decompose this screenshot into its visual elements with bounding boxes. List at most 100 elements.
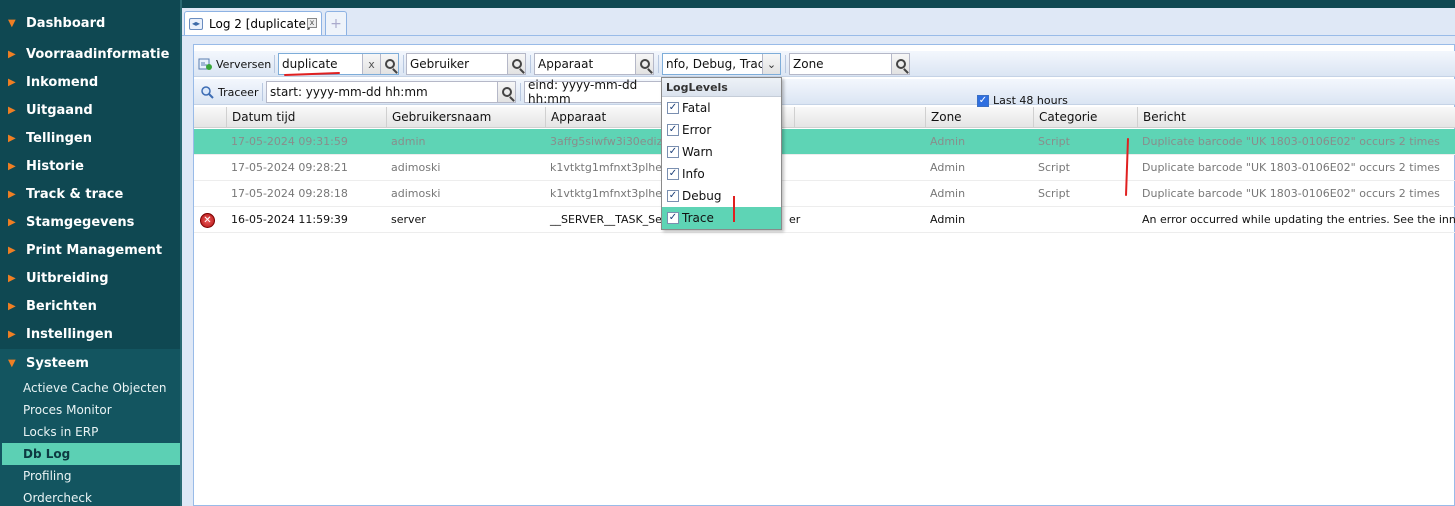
sidebar-subitem-proces-monitor[interactable]: Proces Monitor	[2, 399, 180, 421]
sidebar-subitem-ordercheck[interactable]: Ordercheck	[2, 487, 180, 506]
sidebar: ▼ Dashboard ▶ Voorraadinformatie ▶ Inkomend ▶ U…	[0, 0, 180, 506]
cell-device-tail: er	[789, 213, 801, 226]
collapsed-arrow-icon: ▶	[8, 188, 16, 200]
filter-toolbar: Verversen duplicate x Gebruiker Apparaat…	[194, 51, 1455, 77]
cell-zone: Admin	[930, 187, 966, 200]
sidebar-subitem-actieve-cache-objecten[interactable]: Actieve Cache Objecten	[2, 377, 180, 399]
search-icon[interactable]	[891, 54, 909, 74]
sidebar-item-inkomend[interactable]: ▶ Inkomend	[0, 68, 180, 96]
end-datetime-input[interactable]: eind: yyyy-mm-dd hh:mm	[524, 78, 684, 106]
checkbox-checked-icon[interactable]: ✓	[667, 146, 679, 158]
collapsed-arrow-icon: ▶	[8, 76, 16, 88]
tab-strip: ◂▸ Log 2 [duplicate] x +	[182, 8, 1455, 36]
chevron-down-icon[interactable]: ⌄	[762, 54, 780, 74]
table-row[interactable]: 17-05-2024 09:28:18 adimoski k1vtktg1mfnxt…	[194, 181, 1455, 207]
cell-device-tail	[784, 129, 915, 155]
table-row[interactable]: 17-05-2024 09:28:21 adimoski k1vtktg1mfnxt…	[194, 155, 1455, 181]
cell-category: Script	[1038, 187, 1070, 200]
sidebar-item-uitgaand[interactable]: ▶ Uitgaand	[0, 96, 180, 124]
refresh-label: Verversen	[216, 57, 272, 71]
sidebar-item-voorraadinformatie[interactable]: ▶ Voorraadinformatie	[0, 40, 180, 68]
sidebar-item-label: Systeem	[26, 355, 89, 371]
sidebar-subitem-locks-in-erp[interactable]: Locks in ERP	[2, 421, 180, 443]
close-tab-icon[interactable]: x	[307, 18, 317, 28]
cell-message: An error occurred while updating the ent…	[1142, 213, 1455, 226]
sidebar-item-tellingen[interactable]: ▶ Tellingen	[0, 124, 180, 152]
user-filter-input[interactable]: Gebruiker	[406, 53, 526, 75]
table-row[interactable]: 17-05-2024 09:31:59 admin 3affg5siwfw3i30e…	[194, 129, 1455, 155]
collapsed-arrow-icon: ▶	[8, 132, 16, 144]
sidebar-item-historie[interactable]: ▶ Historie	[0, 152, 180, 180]
trace-button[interactable]: Traceer	[200, 82, 258, 102]
search-icon[interactable]	[497, 82, 515, 102]
systeem-section: ▼ Systeem Actieve Cache Objecten Proces M…	[0, 349, 180, 506]
loglevel-option-fatal[interactable]: ✓ Fatal	[662, 97, 781, 119]
sidebar-item-instellingen[interactable]: ▶ Instellingen	[0, 320, 180, 348]
column-header[interactable]: Zone	[925, 107, 1033, 128]
sidebar-item-label: Historie	[26, 158, 84, 174]
column-header[interactable]: Datum tijd	[226, 107, 386, 128]
sidebar-item-label: Instellingen	[26, 326, 113, 342]
cell-category	[1033, 207, 1137, 233]
sidebar-subitem-db-log[interactable]: Db Log	[2, 443, 180, 465]
last-48-hours-checkbox[interactable]: ✓ Last 48 hours	[977, 94, 1068, 107]
end-value: eind: yyyy-mm-dd hh:mm	[528, 78, 638, 106]
cell-user: admin	[391, 135, 426, 148]
sidebar-item-label: Track & trace	[26, 186, 124, 202]
sidebar-item-dashboard[interactable]: ▼ Dashboard	[0, 12, 180, 34]
collapsed-arrow-icon: ▶	[8, 48, 16, 60]
sidebar-subitem-profiling[interactable]: Profiling	[2, 465, 180, 487]
loglevel-option-info[interactable]: ✓ Info	[662, 163, 781, 185]
plus-icon: +	[330, 15, 342, 32]
column-header[interactable]	[794, 107, 925, 128]
clear-icon[interactable]: x	[362, 54, 380, 74]
collapsed-arrow-icon: ▶	[8, 272, 16, 284]
zone-filter-input[interactable]: Zone	[789, 53, 910, 75]
sidebar-item-print-management[interactable]: ▶ Print Management	[0, 236, 180, 264]
checkbox-checked-icon[interactable]: ✓	[667, 168, 679, 180]
search-icon[interactable]	[507, 54, 525, 74]
checkbox-checked-icon[interactable]: ✓	[667, 190, 679, 202]
checkbox-checked-icon[interactable]: ✓	[667, 124, 679, 136]
sidebar-item-uitbreiding[interactable]: ▶ Uitbreiding	[0, 264, 180, 292]
sidebar-item-systeem[interactable]: ▼ Systeem	[0, 349, 180, 377]
cell-user: adimoski	[391, 161, 441, 174]
start-datetime-input[interactable]: start: yyyy-mm-dd hh:mm	[266, 81, 516, 103]
checkbox-checked-icon[interactable]: ✓	[667, 212, 679, 224]
column-header[interactable]: Categorie	[1033, 107, 1137, 128]
sidebar-item-track-trace[interactable]: ▶ Track & trace	[0, 180, 180, 208]
cell-datetime: 16-05-2024 11:59:39	[231, 213, 348, 226]
start-value: start: yyyy-mm-dd hh:mm	[270, 85, 428, 99]
loglevel-option-label: Warn	[682, 145, 713, 159]
collapsed-arrow-icon: ▶	[8, 104, 16, 116]
cell-device-tail	[784, 155, 915, 181]
sidebar-item-label: Dashboard	[26, 15, 106, 31]
cell-device-tail	[784, 181, 915, 207]
search-icon[interactable]	[635, 54, 653, 74]
tab-log-duplicate[interactable]: ◂▸ Log 2 [duplicate] x	[184, 11, 322, 35]
sidebar-item-label: Inkomend	[26, 74, 99, 90]
sidebar-item-label: Print Management	[26, 242, 163, 258]
search-value: duplicate	[282, 57, 338, 71]
device-filter-input[interactable]: Apparaat	[534, 53, 654, 75]
cell-message: Duplicate barcode "UK 1803-0106E02" occu…	[1142, 187, 1440, 200]
sidebar-item-stamgegevens[interactable]: ▶ Stamgegevens	[0, 208, 180, 236]
loglevel-option-trace[interactable]: ✓ Trace	[662, 207, 781, 229]
column-header[interactable]: Bericht	[1137, 107, 1455, 128]
sidebar-item-berichten[interactable]: ▶ Berichten	[0, 292, 180, 320]
checkbox-checked-icon[interactable]: ✓	[667, 102, 679, 114]
loglevel-option-debug[interactable]: ✓ Debug	[662, 185, 781, 207]
loglevel-option-label: Error	[682, 123, 712, 137]
column-header[interactable]: Gebruikersnaam	[386, 107, 545, 128]
table-row[interactable]: ✕ 16-05-2024 11:59:39 server __SERVER__TASK…	[194, 207, 1455, 233]
loglevels-select[interactable]: nfo, Debug, Trace ⌄	[662, 53, 781, 75]
top-bar	[182, 0, 1455, 8]
magnifier-icon	[200, 85, 214, 99]
sidebar-item-label: Uitbreiding	[26, 270, 109, 286]
refresh-button[interactable]: Verversen	[198, 54, 271, 74]
add-tab-button[interactable]: +	[325, 11, 347, 35]
loglevel-option-warn[interactable]: ✓ Warn	[662, 141, 781, 163]
loglevel-option-error[interactable]: ✓ Error	[662, 119, 781, 141]
search-icon[interactable]	[380, 54, 398, 74]
cell-datetime: 17-05-2024 09:31:59	[231, 135, 348, 148]
